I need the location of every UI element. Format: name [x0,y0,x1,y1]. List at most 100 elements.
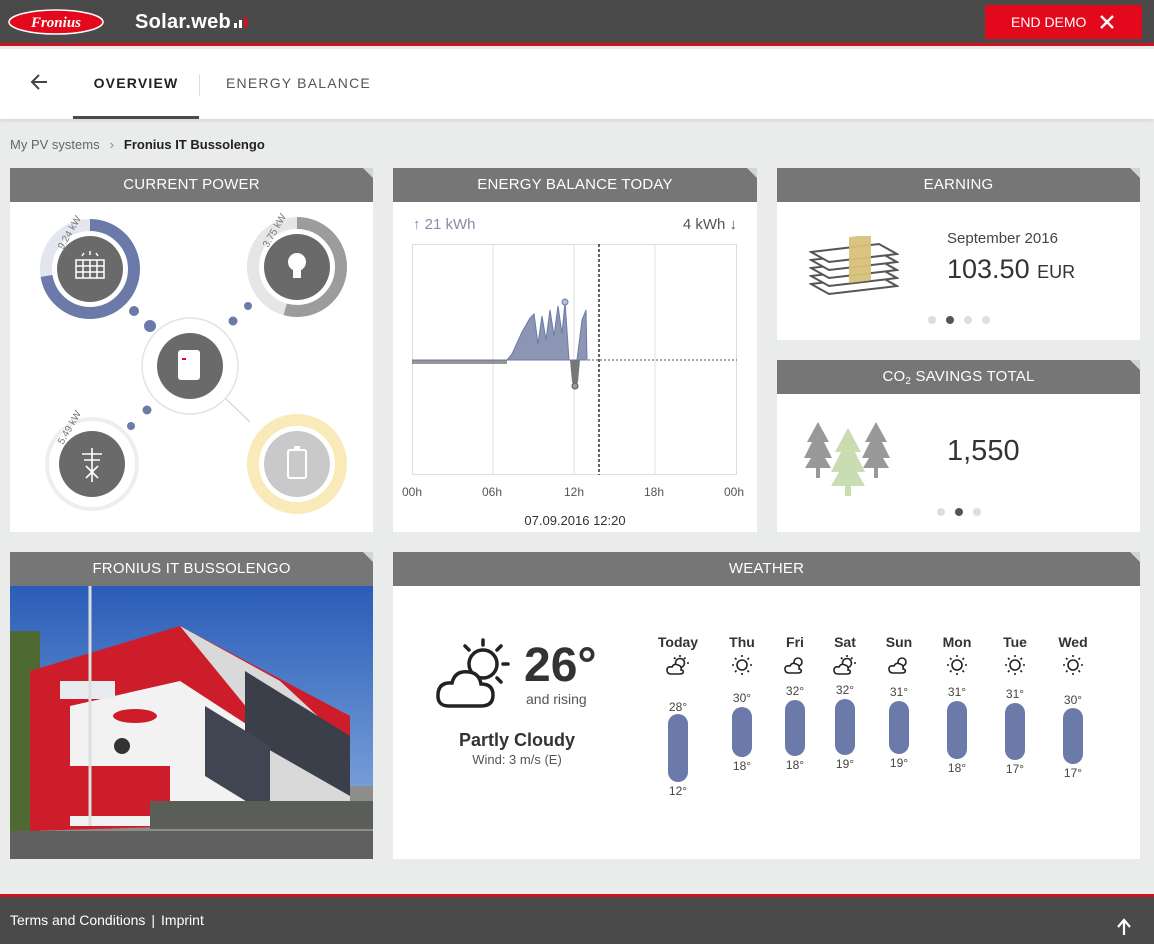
cloud-sun-icon [770,654,820,679]
card-corner-icon [363,552,373,562]
forecast-high: 31° [889,685,909,699]
breadcrumb-my-pv-systems[interactable]: My PV systems [10,137,100,152]
current-power-card[interactable]: CURRENT POWER 9.24 kW 3.75 kW 5.49 kW [10,168,373,532]
partly-cloudy-icon [436,638,510,708]
partly-cloudy-icon [653,654,703,679]
temperature-trend: and rising [526,691,587,707]
forecast-day-name: Thu [729,634,755,650]
load-gauge[interactable]: 3.75 kW [247,212,347,317]
fronius-logo[interactable]: Fronius [8,8,104,41]
forecast-low: 17° [1005,762,1025,776]
cloud-sun-icon [874,654,924,679]
weather-condition: Partly Cloudy [458,730,576,750]
tab-divider [199,74,200,96]
wind-info: Wind: 3 m/s (E) [472,752,562,767]
chart-timestamp: 07.09.2016 12:20 [524,513,626,528]
end-demo-button[interactable]: END DEMO [985,5,1142,39]
x-tick: 06h [482,485,503,499]
earning-card[interactable]: EARNING September 2016 103.50 EUR [777,168,1140,340]
temperature-range-bar [835,699,855,755]
footer-separator: | [151,912,156,928]
pager-dot[interactable] [982,316,990,324]
battery-gauge[interactable] [247,414,347,514]
forecast-high: 31° [947,685,967,699]
forecast-high: 32° [785,684,805,698]
pv-gauge[interactable]: 9.24 kW [40,214,140,319]
forecast-day: Sun [874,634,924,679]
forecast-day-name: Wed [1058,634,1088,650]
partly-cloudy-icon [820,654,870,679]
forecast-day: Wed [1048,634,1098,679]
x-tick: 18h [644,485,665,499]
card-header: ENERGY BALANCE TODAY [393,168,757,202]
energy-consumed: 4 kWh ↓ [682,216,737,233]
temperature-range-bar [1005,703,1025,760]
forecast-day-name: Mon [942,634,972,650]
card-header: WEATHER [393,552,1140,586]
forecast-day-name: Today [657,634,699,650]
terms-link[interactable]: Terms and Conditions [10,912,145,928]
energy-produced: ↑ 21 kWh [413,216,476,233]
forecast-day-name: Fri [786,634,804,650]
sun-icon [717,654,767,679]
forecast-day: Today [653,634,703,679]
earning-pager[interactable] [928,316,990,324]
close-icon [1100,15,1114,29]
scroll-top-icon[interactable] [1116,918,1132,936]
weather-card[interactable]: WEATHER 26° and rising Partly Cloudy Win… [393,552,1140,859]
x-tick: 12h [564,485,585,499]
co2-savings-card[interactable]: CO2 SAVINGS TOTAL 1,550 [777,360,1140,532]
card-header: FRONIUS IT BUSSOLENGO [10,552,373,586]
money-stack-icon [809,236,899,296]
forecast-low: 18° [785,758,805,772]
temperature-range-bar [668,714,688,782]
tab-overview[interactable]: OVERVIEW [73,75,199,119]
energy-balance-card[interactable]: ENERGY BALANCE TODAY ↑ 21 kWh 4 kWh ↓ 00… [393,168,757,532]
forecast-day-name: Sat [834,634,856,650]
earning-value: 103.50 EUR [947,254,1076,284]
card-header: CURRENT POWER [10,168,373,202]
forecast-day: Fri [770,634,820,679]
forecast-day-name: Tue [1003,634,1027,650]
co2-value: 1,550 [947,435,1020,467]
back-arrow-icon[interactable] [30,73,50,91]
tab-energy-balance[interactable]: ENERGY BALANCE [226,75,371,91]
pager-dot[interactable] [937,508,945,516]
energy-chart [412,244,737,475]
x-tick: 00h [402,485,423,499]
temperature-range-bar [947,701,967,759]
sun-icon [990,654,1040,679]
pager-dot[interactable] [964,316,972,324]
pager-dot-active[interactable] [946,316,954,324]
battery-link [224,397,251,423]
card-corner-icon [1130,360,1140,370]
imprint-link[interactable]: Imprint [161,912,204,928]
sun-icon [1048,654,1098,679]
forecast-day-name: Sun [885,634,913,650]
x-tick: 00h [724,485,745,499]
grid-gauge[interactable]: 5.49 kW [45,409,139,511]
forecast-high: 28° [668,700,688,714]
power-flow-diagram: 9.24 kW 3.75 kW 5.49 kW [40,212,347,514]
card-corner-icon [747,168,757,178]
inverter-node[interactable] [141,317,239,415]
pager-dot[interactable] [928,316,936,324]
forecast-low: 19° [889,756,909,770]
breadcrumb: My PV systems › Fronius IT Bussolengo [10,137,265,152]
forecast-day: Thu [717,634,767,679]
forecast-high: 32° [835,683,855,697]
footer: Terms and Conditions | Imprint [0,894,1154,944]
pager-dot-active[interactable] [955,508,963,516]
forecast-day: Tue [990,634,1040,679]
site-card[interactable]: FRONIUS IT BUSSOLENGO [10,552,373,859]
site-photo [10,586,373,859]
forecast-low: 12° [668,784,688,798]
inverter-icon [178,350,200,380]
sun-icon [932,654,982,679]
forecast-day: Mon [932,634,982,679]
co2-pager[interactable] [937,508,981,516]
pager-dot[interactable] [973,508,981,516]
solarweb-brand[interactable]: Solar.web [135,11,248,34]
card-header: EARNING [777,168,1140,202]
consumption-area [412,360,507,364]
